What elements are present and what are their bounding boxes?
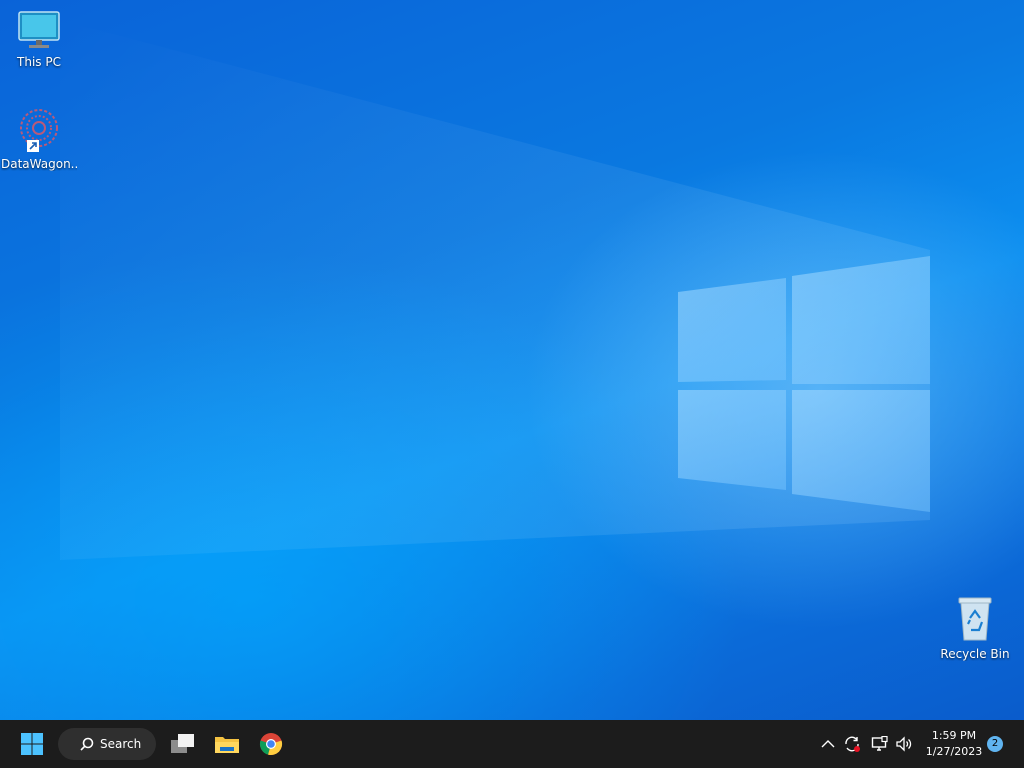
network-icon — [871, 736, 888, 751]
monitor-icon — [18, 11, 60, 48]
chrome-button[interactable] — [254, 720, 288, 768]
chrome-icon — [259, 733, 283, 756]
volume-button[interactable] — [894, 734, 914, 754]
volume-icon — [896, 736, 912, 752]
task-view-icon — [171, 734, 194, 753]
wallpaper-logo — [60, 20, 930, 560]
search-label: Search — [100, 737, 142, 751]
desktop-icon-label: DataWagon... — [1, 157, 77, 171]
search-icon — [80, 737, 94, 751]
show-hidden-icons-button[interactable] — [818, 734, 838, 754]
desktop-icon-label: Recycle Bin — [940, 647, 1010, 661]
sync-status-button[interactable] — [842, 734, 862, 754]
search-box[interactable]: Search — [58, 728, 156, 760]
file-explorer-button[interactable] — [210, 720, 244, 768]
file-explorer-icon — [215, 737, 239, 753]
desktop-icon-datawagon[interactable]: DataWagon... — [1, 106, 77, 171]
task-view-button[interactable] — [166, 720, 200, 768]
taskbar: Search 1:59 PM 1/27/2023 — [0, 720, 1024, 768]
clock-time: 1:59 PM — [931, 729, 977, 742]
recycle-bin-icon — [958, 597, 992, 641]
show-hidden-icons-icon — [821, 740, 835, 748]
datawagon-app-icon — [20, 109, 58, 152]
windows-start-icon — [21, 733, 43, 755]
clock-date: 1/27/2023 — [925, 745, 983, 758]
start-button[interactable] — [12, 720, 52, 768]
notification-badge[interactable]: 2 — [987, 736, 1003, 752]
desktop-icon-recycle-bin[interactable]: Recycle Bin — [937, 596, 1013, 661]
sync-icon — [845, 736, 860, 752]
network-button[interactable] — [870, 734, 890, 754]
desktop-icon-label: This PC — [17, 55, 61, 69]
clock[interactable]: 1:59 PM 1/27/2023 — [918, 728, 990, 760]
desktop-icon-this-pc[interactable]: This PC — [1, 10, 77, 69]
